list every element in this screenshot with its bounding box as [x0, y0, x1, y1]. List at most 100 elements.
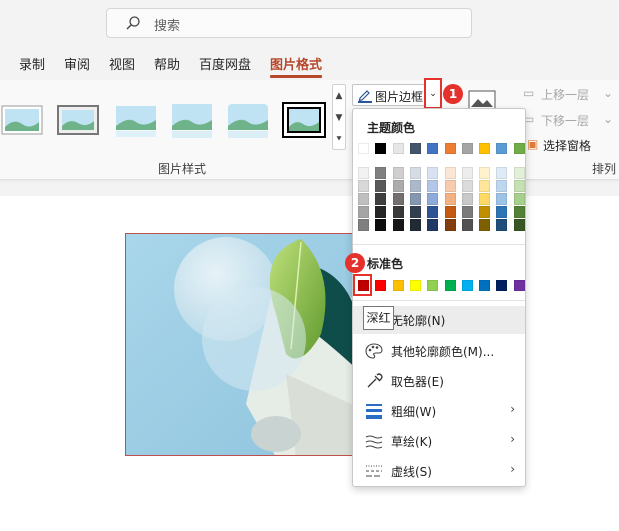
theme-shade-swatch[interactable]: [444, 206, 456, 218]
picture-style-thumb[interactable]: [114, 100, 158, 140]
theme-shade-swatch[interactable]: [479, 180, 491, 192]
tab-picture-format[interactable]: 图片格式: [270, 54, 323, 78]
theme-shade-swatch[interactable]: [375, 167, 387, 179]
menu-item-label: 其他轮廓颜色(M)...: [391, 345, 495, 359]
standard-color-swatch[interactable]: [444, 280, 456, 291]
theme-shade-swatch[interactable]: [409, 167, 421, 179]
picture-style-thumb[interactable]: [170, 100, 214, 140]
theme-shade-swatch[interactable]: [513, 219, 525, 231]
slide-picture[interactable]: [125, 233, 361, 456]
theme-shade-swatch[interactable]: [375, 180, 387, 192]
tab-review[interactable]: 审阅: [64, 54, 90, 73]
theme-shade-swatch[interactable]: [461, 180, 473, 192]
standard-color-swatch[interactable]: [409, 280, 421, 291]
theme-shade-swatch[interactable]: [427, 180, 439, 192]
theme-shade-swatch[interactable]: [461, 167, 473, 179]
theme-shade-swatch[interactable]: [427, 219, 439, 231]
theme-shade-swatch[interactable]: [392, 167, 404, 179]
chevron-up-icon[interactable]: ▲: [333, 85, 345, 107]
theme-shade-swatch[interactable]: [392, 180, 404, 192]
eyedropper-item[interactable]: 取色器(E): [353, 367, 525, 395]
bring-forward-button[interactable]: 上移一层: [541, 86, 589, 103]
theme-shade-swatch[interactable]: [513, 193, 525, 205]
send-backward-button[interactable]: 下移一层: [541, 112, 589, 129]
theme-shade-swatch[interactable]: [409, 206, 421, 218]
selection-pane-button[interactable]: 选择窗格: [543, 137, 591, 154]
theme-shade-swatch[interactable]: [444, 167, 456, 179]
theme-color-swatch[interactable]: [358, 143, 369, 154]
theme-color-swatch[interactable]: [427, 143, 439, 154]
theme-color-swatch[interactable]: [392, 143, 404, 154]
standard-color-swatch[interactable]: [427, 280, 439, 291]
tab-baidu-netdisk[interactable]: 百度网盘: [199, 54, 251, 73]
theme-shade-swatch[interactable]: [358, 206, 369, 218]
theme-shade-swatch[interactable]: [358, 180, 369, 192]
theme-shade-swatch[interactable]: [479, 167, 491, 179]
picture-style-thumb-selected[interactable]: [282, 100, 326, 140]
theme-shade-swatch[interactable]: [513, 167, 525, 179]
theme-shade-swatch[interactable]: [427, 193, 439, 205]
theme-shade-swatch[interactable]: [375, 219, 387, 231]
theme-shade-swatch[interactable]: [392, 206, 404, 218]
theme-color-swatch[interactable]: [444, 143, 456, 154]
theme-shade-swatch[interactable]: [461, 206, 473, 218]
theme-shade-swatch[interactable]: [496, 206, 508, 218]
picture-style-thumb[interactable]: [0, 100, 44, 140]
standard-color-swatch[interactable]: [513, 280, 525, 291]
theme-shade-swatch[interactable]: [444, 180, 456, 192]
theme-shade-swatch[interactable]: [409, 219, 421, 231]
theme-shade-swatch[interactable]: [496, 167, 508, 179]
picture-style-thumb[interactable]: [56, 100, 100, 140]
gallery-expand-icon[interactable]: ⯆: [333, 129, 345, 151]
theme-shade-swatch[interactable]: [392, 193, 404, 205]
theme-shade-swatch[interactable]: [479, 206, 491, 218]
theme-color-swatch[interactable]: [375, 143, 387, 154]
theme-shade-swatch[interactable]: [427, 206, 439, 218]
standard-color-swatch[interactable]: [479, 280, 491, 291]
tab-record[interactable]: 录制: [19, 54, 45, 73]
weight-item[interactable]: 粗细(W) ›: [353, 397, 525, 425]
sketched-item[interactable]: 草绘(K) ›: [353, 427, 525, 455]
theme-color-swatch[interactable]: [496, 143, 508, 154]
theme-shade-swatch[interactable]: [409, 193, 421, 205]
theme-shade-swatch[interactable]: [513, 180, 525, 192]
theme-shade-swatch[interactable]: [461, 219, 473, 231]
theme-shade-swatch[interactable]: [444, 193, 456, 205]
standard-color-swatch[interactable]: [392, 280, 404, 291]
picture-content: [126, 234, 360, 455]
theme-shade-swatch[interactable]: [496, 219, 508, 231]
standard-color-swatch[interactable]: [375, 280, 387, 291]
theme-shade-swatch[interactable]: [496, 193, 508, 205]
theme-color-swatch[interactable]: [409, 143, 421, 154]
chevron-right-icon: ›: [510, 432, 515, 446]
picture-style-thumb[interactable]: [226, 100, 270, 140]
search-box[interactable]: 搜索: [106, 8, 472, 38]
chevron-down-icon[interactable]: ▼: [333, 107, 345, 129]
theme-shade-swatch[interactable]: [479, 193, 491, 205]
theme-shade-swatch[interactable]: [409, 180, 421, 192]
theme-shade-swatch[interactable]: [358, 219, 369, 231]
more-outline-colors-item[interactable]: 其他轮廓颜色(M)...: [353, 337, 525, 365]
tab-help[interactable]: 帮助: [154, 54, 180, 73]
standard-color-swatch[interactable]: [461, 280, 473, 291]
theme-shade-swatch[interactable]: [375, 206, 387, 218]
theme-shade-swatch[interactable]: [496, 180, 508, 192]
dashes-item[interactable]: 虚线(S) ›: [353, 457, 525, 485]
theme-color-swatch[interactable]: [513, 143, 525, 154]
theme-shade-swatch[interactable]: [461, 193, 473, 205]
theme-shade-swatch[interactable]: [513, 206, 525, 218]
standard-color-swatch[interactable]: [496, 280, 508, 291]
theme-color-swatch[interactable]: [479, 143, 491, 154]
theme-shade-swatch[interactable]: [444, 219, 456, 231]
picture-border-dropdown-arrow[interactable]: ⌄: [424, 78, 442, 109]
theme-shade-swatch[interactable]: [479, 219, 491, 231]
theme-shade-swatch[interactable]: [358, 193, 369, 205]
gallery-scroll[interactable]: ▲ ▼ ⯆: [332, 84, 346, 150]
theme-shade-swatch[interactable]: [427, 167, 439, 179]
theme-shade-swatch[interactable]: [375, 193, 387, 205]
theme-shade-swatch[interactable]: [392, 219, 404, 231]
theme-shade-swatch[interactable]: [358, 167, 369, 179]
tab-view[interactable]: 视图: [109, 54, 135, 73]
picture-icon[interactable]: [468, 90, 496, 110]
theme-color-swatch[interactable]: [461, 143, 473, 154]
